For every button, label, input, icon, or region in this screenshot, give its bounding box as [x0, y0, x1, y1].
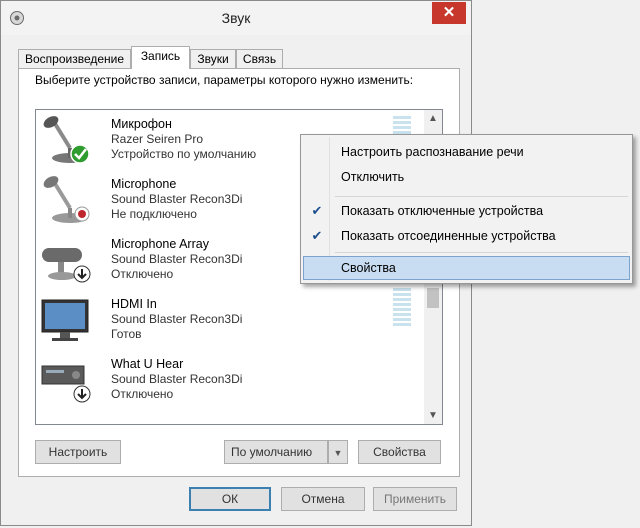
- menu-item-label: Показать отсоединенные устройства: [341, 229, 556, 243]
- menu-separator: [335, 196, 628, 197]
- chevron-down-icon: ▼: [333, 448, 343, 458]
- device-status: Отключено: [111, 387, 174, 401]
- menu-item-disable[interactable]: Отключить: [303, 165, 630, 189]
- scroll-up-icon[interactable]: ▲: [424, 110, 442, 127]
- microphone-default-icon: [43, 116, 90, 164]
- device-name: HDMI In: [111, 297, 157, 311]
- title-bar[interactable]: Звук ✕: [1, 1, 471, 35]
- context-menu: Настроить распознавание речи Отключить ✔…: [300, 134, 633, 284]
- instruction-text: Выберите устройство записи, параметры ко…: [35, 73, 414, 87]
- device-item-hdmi-in[interactable]: HDMI In Sound Blaster Recon3Di Готов: [36, 288, 426, 350]
- device-status: Устройство по умолчанию: [111, 147, 257, 161]
- device-name: What U Hear: [111, 357, 184, 371]
- close-button[interactable]: ✕: [432, 2, 466, 24]
- device-item-what-u-hear[interactable]: What U Hear Sound Blaster Recon3Di Отклю…: [36, 350, 426, 410]
- device-driver: Sound Blaster Recon3Di: [111, 312, 243, 326]
- device-status: Отключено: [111, 267, 174, 281]
- tab-sounds[interactable]: Звуки: [190, 49, 236, 68]
- menu-item-label: Настроить распознавание речи: [341, 145, 524, 159]
- check-icon: ✔: [311, 203, 323, 218]
- configure-button[interactable]: Настроить: [35, 440, 121, 464]
- device-name: Микрофон: [111, 117, 172, 131]
- tab-playback[interactable]: Воспроизведение: [18, 49, 131, 68]
- properties-button[interactable]: Свойства: [358, 440, 441, 464]
- window-title: Звук: [221, 10, 251, 26]
- microphone-array-disabled-icon: [42, 248, 91, 283]
- menu-item-properties[interactable]: Свойства: [303, 256, 630, 280]
- tab-recording[interactable]: Запись: [131, 46, 190, 69]
- menu-separator: [335, 252, 628, 253]
- device-name: Microphone Array: [111, 237, 209, 251]
- microphone-unplugged-icon: [43, 176, 90, 223]
- monitor-icon: [41, 299, 89, 341]
- menu-item-label: Показать отключенные устройства: [341, 204, 544, 218]
- menu-item-label: Отключить: [341, 170, 405, 184]
- audio-device-disabled-icon: [41, 365, 91, 403]
- tab-communications[interactable]: Связь: [236, 49, 283, 68]
- level-meter: [393, 288, 411, 328]
- device-name: Microphone: [111, 177, 177, 191]
- menu-item-speech-recognition[interactable]: Настроить распознавание речи: [303, 140, 630, 164]
- set-default-dropdown[interactable]: ▼: [328, 440, 348, 464]
- ok-button[interactable]: ОК: [189, 487, 271, 511]
- scroll-down-icon[interactable]: ▼: [424, 407, 442, 424]
- set-default-button[interactable]: По умолчанию: [224, 440, 328, 464]
- device-driver: Sound Blaster Recon3Di: [111, 372, 243, 386]
- device-driver: Sound Blaster Recon3Di: [111, 192, 243, 206]
- menu-item-label: Свойства: [341, 261, 396, 275]
- device-driver: Sound Blaster Recon3Di: [111, 252, 243, 266]
- menu-item-show-disconnected[interactable]: ✔ Показать отсоединенные устройства: [303, 224, 630, 248]
- menu-item-show-disabled[interactable]: ✔ Показать отключенные устройства: [303, 199, 630, 223]
- check-icon: ✔: [311, 228, 323, 243]
- level-meter: [393, 116, 411, 136]
- device-driver: Razer Seiren Pro: [111, 132, 204, 146]
- device-status: Не подключено: [111, 207, 197, 221]
- scroll-thumb[interactable]: [427, 288, 439, 308]
- device-status: Готов: [111, 327, 142, 341]
- apply-button[interactable]: Применить: [373, 487, 457, 511]
- cancel-button[interactable]: Отмена: [281, 487, 365, 511]
